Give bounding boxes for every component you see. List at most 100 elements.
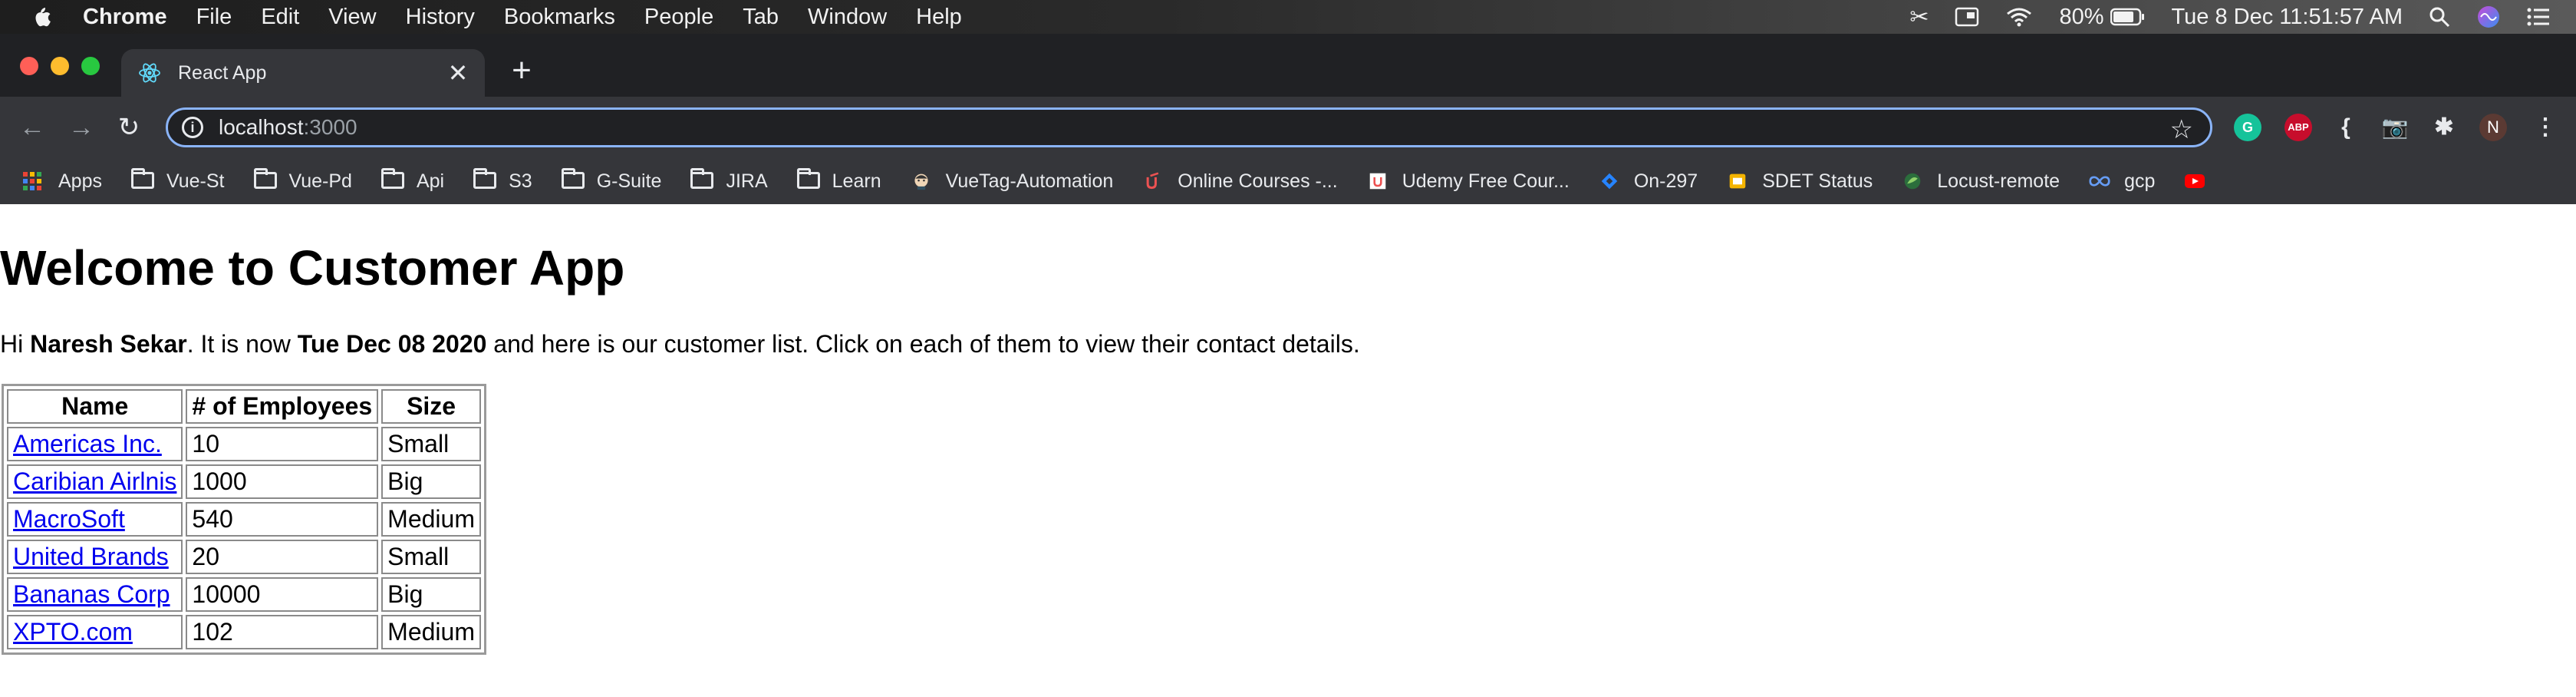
apps-grid-icon	[23, 172, 44, 190]
bookmark-folder-vue-st[interactable]: Vue-St	[130, 168, 225, 193]
employees-cell: 102	[186, 615, 379, 649]
infinity-icon	[2089, 176, 2110, 187]
battery-icon	[2110, 8, 2144, 26]
bookmark-folder-learn[interactable]: Learn	[796, 168, 881, 193]
bookmark-label: Locust-remote	[1937, 170, 2060, 192]
folder-icon	[473, 168, 497, 190]
intro-paragraph: Hi Naresh Sekar. It is now Tue Dec 08 20…	[0, 330, 1360, 358]
bookmark-star-icon[interactable]: ☆	[2170, 114, 2193, 145]
employees-cell: 20	[186, 540, 379, 574]
size-cell: Big	[381, 577, 481, 612]
display-mirror-icon[interactable]	[1955, 6, 1979, 28]
employees-cell: 1000	[186, 464, 379, 499]
bookmark-folder-jira[interactable]: JIRA	[690, 168, 768, 193]
table-row: Caribian Airlnis 1000 Big	[7, 464, 481, 499]
folder-icon	[253, 168, 277, 190]
menu-window[interactable]: Window	[808, 5, 887, 30]
battery-status[interactable]: 80%	[2059, 5, 2145, 30]
bookmark-label: On-297	[1633, 170, 1698, 192]
page-title: Welcome to Customer App	[0, 240, 625, 296]
spotlight-search-icon[interactable]	[2429, 6, 2450, 28]
bookmark-folder-api[interactable]: Api	[380, 168, 444, 193]
customer-link[interactable]: Bananas Corp	[13, 580, 170, 608]
site-info-icon[interactable]: i	[182, 117, 203, 138]
bookmark-youtube[interactable]	[2184, 172, 2219, 190]
tab-react-app[interactable]: React App ✕	[121, 49, 485, 97]
customer-name-cell: Caribian Airlnis	[7, 464, 183, 499]
employees-cell: 540	[186, 502, 379, 537]
menu-help[interactable]: Help	[916, 5, 962, 30]
macos-menu-bar: Chrome File Edit View History Bookmarks …	[0, 0, 2576, 34]
customer-name-cell: United Brands	[7, 540, 183, 574]
bookmark-gcp[interactable]: gcp	[2089, 170, 2155, 193]
apple-icon[interactable]	[31, 5, 52, 29]
reload-icon[interactable]: ↻	[112, 111, 146, 144]
slides-icon	[1729, 173, 1746, 189]
adblock-plus-extension-icon[interactable]: ABP	[2284, 114, 2312, 141]
chrome-menu-icon[interactable]: ⋮	[2532, 114, 2559, 141]
menu-history[interactable]: History	[406, 5, 475, 30]
screenshot-extension-icon[interactable]: 📷	[2381, 114, 2409, 141]
bookmark-sdet-status[interactable]: SDET Status	[1727, 170, 1873, 193]
bookmark-locust-remote[interactable]: Locust-remote	[1902, 170, 2060, 193]
bookmark-folder-vue-pd[interactable]: Vue-Pd	[253, 168, 352, 193]
json-viewer-extension-icon[interactable]: {	[2332, 114, 2360, 141]
jira-diamond-icon	[1601, 173, 1618, 190]
grammarly-extension-icon[interactable]: G	[2234, 114, 2261, 141]
scissors-icon[interactable]: ✂	[1909, 4, 1929, 31]
bookmark-label: Udemy Free Cour...	[1402, 170, 1570, 192]
size-cell: Small	[381, 427, 481, 461]
url-port: :3000	[303, 115, 357, 139]
new-tab-button[interactable]: +	[508, 54, 535, 88]
address-bar-url[interactable]: localhost:3000	[219, 115, 357, 140]
size-cell: Small	[381, 540, 481, 574]
menu-bookmarks[interactable]: Bookmarks	[504, 5, 615, 30]
window-zoom-button[interactable]	[81, 57, 100, 75]
tab-close-icon[interactable]: ✕	[446, 61, 469, 85]
customer-link[interactable]: Americas Inc.	[13, 430, 162, 458]
address-bar[interactable]: i localhost:3000 ☆	[166, 107, 2212, 147]
wifi-icon[interactable]	[2005, 6, 2033, 28]
bookmark-folder-g-suite[interactable]: G-Suite	[561, 168, 662, 193]
folder-icon	[130, 168, 154, 190]
browser-toolbar: ← → ↻ i localhost:3000 ☆ G ABP { 📷 ✱ N ⋮	[0, 97, 2576, 158]
bookmark-vuetag-automation[interactable]: VueTag-Automation	[911, 170, 1113, 193]
customer-link[interactable]: United Brands	[13, 543, 169, 570]
customer-link[interactable]: Caribian Airlnis	[13, 467, 176, 495]
size-cell: Big	[381, 464, 481, 499]
back-arrow-icon[interactable]: ←	[15, 111, 49, 144]
menu-clock[interactable]: Tue 8 Dec 11:51:57 AM	[2172, 5, 2403, 30]
bookmark-label: SDET Status	[1762, 170, 1873, 192]
menu-edit[interactable]: Edit	[261, 5, 299, 30]
employees-cell: 10000	[186, 577, 379, 612]
bookmark-label: Learn	[832, 170, 881, 192]
window-minimize-button[interactable]	[51, 57, 69, 75]
menu-view[interactable]: View	[328, 5, 376, 30]
bookmark-online-courses[interactable]: Online Courses -...	[1142, 170, 1338, 193]
notification-center-icon[interactable]	[2527, 7, 2550, 27]
table-row: Americas Inc. 10 Small	[7, 427, 481, 461]
window-close-button[interactable]	[20, 57, 38, 75]
bookmark-label: Apps	[58, 170, 102, 192]
bookmark-label: JIRA	[726, 170, 768, 192]
extensions-puzzle-icon[interactable]: ✱	[2430, 114, 2458, 141]
menu-tab[interactable]: Tab	[743, 5, 779, 30]
menu-file[interactable]: File	[196, 5, 232, 30]
bookmark-label: Vue-Pd	[288, 170, 352, 192]
jenkins-icon	[914, 173, 928, 190]
customer-link[interactable]: XPTO.com	[13, 618, 133, 646]
forward-arrow-icon[interactable]: →	[64, 111, 98, 144]
bookmark-label: G-Suite	[596, 170, 662, 192]
bookmark-folder-s3[interactable]: S3	[473, 168, 532, 193]
siri-icon[interactable]	[2476, 5, 2501, 29]
bookmark-apps[interactable]: Apps	[23, 170, 102, 193]
bookmark-udemy-free-courses[interactable]: Udemy Free Cour...	[1367, 170, 1570, 193]
bookmarks-bar: Apps Vue-St Vue-Pd Api S3 G-Suite JIRA L…	[0, 158, 2576, 204]
profile-avatar[interactable]: N	[2479, 114, 2507, 141]
bookmark-on-297[interactable]: On-297	[1599, 170, 1698, 193]
customer-name-cell: XPTO.com	[7, 615, 183, 649]
customer-link[interactable]: MacroSoft	[13, 505, 125, 533]
menu-app-name[interactable]: Chrome	[83, 5, 167, 30]
menu-people[interactable]: People	[644, 5, 713, 30]
folder-icon	[561, 168, 585, 190]
